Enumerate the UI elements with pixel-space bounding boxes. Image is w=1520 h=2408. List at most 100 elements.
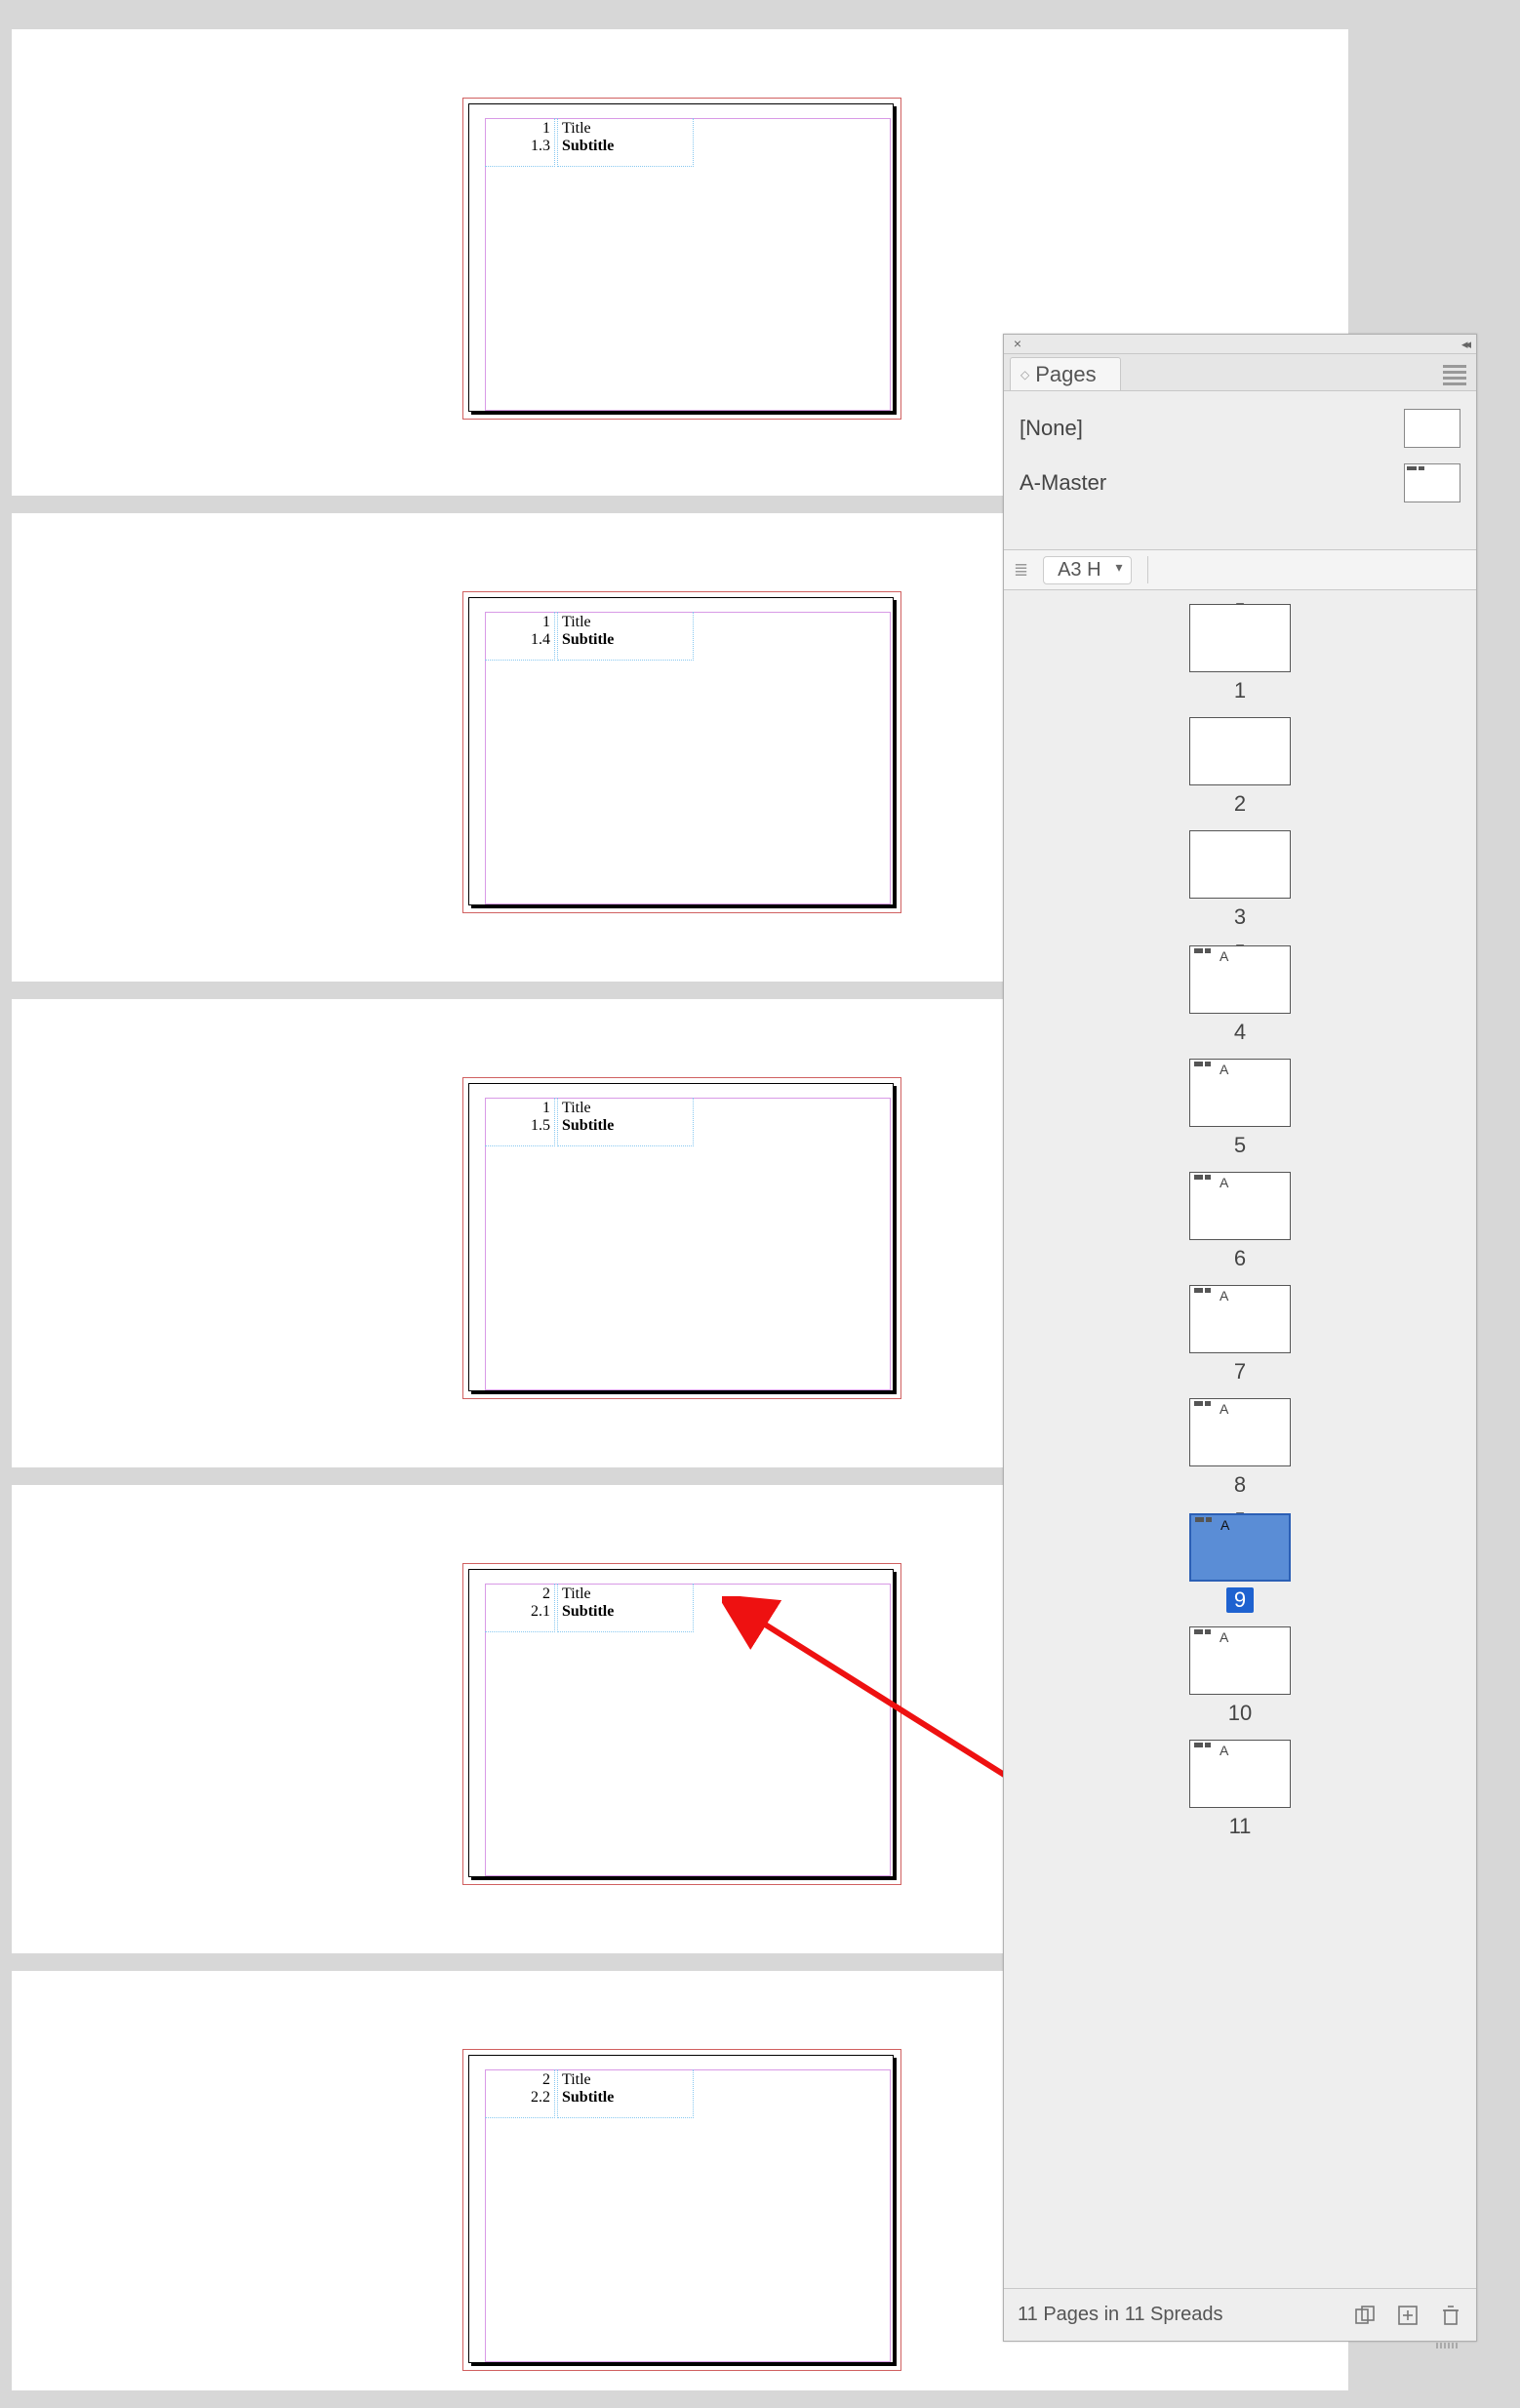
subtitle-text: Subtitle (562, 1117, 693, 1135)
page-thumb-item[interactable]: ▼A9 (1004, 1511, 1476, 1613)
page-thumb-item[interactable]: 3 (1004, 830, 1476, 930)
master-letter: A (1220, 1743, 1228, 1758)
title-frame[interactable]: Title Subtitle (557, 612, 694, 661)
panel-tab-row: ◇ Pages (1004, 354, 1476, 391)
master-label: A-Master (1020, 470, 1106, 496)
panel-menu-icon[interactable] (1443, 362, 1466, 388)
page-thumbnail[interactable] (1189, 604, 1291, 672)
number-frame[interactable]: 1 1.4 (485, 612, 555, 661)
pages-panel[interactable]: × ◂◂ ◇ Pages [None] A-Master ≣ A3 H ▼1 2 3… (1003, 334, 1477, 2342)
title-frame[interactable]: Title Subtitle (557, 2069, 694, 2118)
page-thumbnail[interactable] (1189, 830, 1291, 899)
page-thumbnail[interactable]: A (1189, 1513, 1291, 1582)
title-text: Title (562, 2071, 693, 2089)
page-number-label: 6 (1234, 1246, 1246, 1271)
mini-content-icon (1194, 1743, 1210, 1748)
subtitle-text: Subtitle (562, 2089, 693, 2107)
subsection-number: 1.5 (485, 1117, 550, 1135)
page[interactable]: 1 1.3 Title Subtitle (468, 103, 894, 412)
master-letter: A (1220, 1517, 1229, 1533)
page-thumb-item[interactable]: A8 (1004, 1398, 1476, 1498)
section-number: 2 (485, 1585, 550, 1603)
master-letter: A (1220, 1062, 1228, 1077)
page-thumb-item[interactable]: A 10 (1004, 1626, 1476, 1726)
resize-grip-icon[interactable]: ≣ (1014, 560, 1027, 581)
master-item-a[interactable]: A-Master (1020, 456, 1460, 510)
master-letter: A (1220, 1175, 1228, 1190)
page[interactable]: 1 1.5 Title Subtitle (468, 1083, 894, 1391)
subsection-number: 2.1 (485, 1603, 550, 1621)
subsection-number: 1.3 (485, 138, 550, 155)
panel-footer: 11 Pages in 11 Spreads (1004, 2288, 1476, 2341)
page-number-label: 9 (1226, 1587, 1254, 1613)
page-thumb-item[interactable]: A6 (1004, 1172, 1476, 1271)
page-thumbnail[interactable]: A (1189, 945, 1291, 1014)
page[interactable]: 1 1.4 Title Subtitle (468, 597, 894, 905)
mini-content-icon (1194, 1288, 1210, 1294)
title-frame[interactable]: Title Subtitle (557, 1098, 694, 1146)
masters-section[interactable]: [None] A-Master (1004, 391, 1476, 549)
page-size-dropdown[interactable]: A3 H (1043, 556, 1131, 584)
title-text: Title (562, 1100, 693, 1117)
close-icon[interactable]: × (1010, 337, 1025, 352)
page-number-label: 11 (1229, 1814, 1252, 1839)
panel-titlebar[interactable]: × ◂◂ (1004, 335, 1476, 354)
number-frame[interactable]: 1 1.3 (485, 118, 555, 167)
page-number-label: 10 (1228, 1701, 1252, 1726)
collapse-icon[interactable]: ◂◂ (1461, 337, 1468, 352)
new-page-icon[interactable] (1396, 2304, 1420, 2327)
number-frame[interactable]: 1 1.5 (485, 1098, 555, 1146)
page-thumbnail[interactable]: A (1189, 1059, 1291, 1127)
page-number-label: 4 (1234, 1020, 1246, 1045)
page-number-label: 1 (1234, 678, 1246, 703)
edit-page-size-icon[interactable] (1353, 2304, 1377, 2327)
number-frame[interactable]: 2 2.1 (485, 1584, 555, 1632)
master-thumb[interactable] (1404, 463, 1460, 502)
section-number: 2 (485, 2071, 550, 2089)
master-thumb[interactable] (1404, 409, 1460, 448)
section-number: 1 (485, 120, 550, 138)
page-thumbnail[interactable]: A (1189, 1740, 1291, 1808)
mini-content-icon (1194, 1629, 1210, 1635)
page-thumbnail[interactable]: A (1189, 1626, 1291, 1695)
page-number-label: 5 (1234, 1133, 1246, 1158)
page[interactable]: 2 2.2 Title Subtitle (468, 2055, 894, 2363)
master-letter: A (1220, 948, 1228, 964)
master-letter: A (1220, 1288, 1228, 1304)
page-thumb-item[interactable]: 2 (1004, 717, 1476, 817)
master-item-none[interactable]: [None] (1020, 401, 1460, 456)
page-thumbnail[interactable]: A (1189, 1172, 1291, 1240)
pages-list[interactable]: ▼123▼A4A5A6A7A8▼A9A10A11 (1004, 590, 1476, 2110)
title-text: Title (562, 120, 693, 138)
page[interactable]: 2 2.1 Title Subtitle (468, 1569, 894, 1877)
page-thumb-item[interactable]: A7 (1004, 1285, 1476, 1385)
subtitle-text: Subtitle (562, 631, 693, 649)
panel-resize-grip-icon[interactable] (1418, 2343, 1476, 2350)
number-frame[interactable]: 2 2.2 (485, 2069, 555, 2118)
master-letter: A (1220, 1401, 1228, 1417)
section-number: 1 (485, 614, 550, 631)
delete-page-icon[interactable] (1439, 2304, 1462, 2327)
section-number: 1 (485, 1100, 550, 1117)
page-thumb-item[interactable]: ▼A4 (1004, 943, 1476, 1045)
mini-content-icon (1194, 1175, 1210, 1181)
page-thumb-item[interactable]: A 11 (1004, 1740, 1476, 1839)
page-thumbnail[interactable] (1189, 717, 1291, 785)
page-thumbnail[interactable]: A (1189, 1398, 1291, 1466)
master-letter: A (1220, 1629, 1228, 1645)
page-thumb-item[interactable]: ▼1 (1004, 602, 1476, 703)
subsection-number: 1.4 (485, 631, 550, 649)
tab-label: Pages (1035, 362, 1096, 387)
page-number-label: 8 (1234, 1472, 1246, 1498)
page-number-label: 2 (1234, 791, 1246, 817)
subtitle-text: Subtitle (562, 138, 693, 155)
tab-pages[interactable]: ◇ Pages (1010, 357, 1121, 390)
mini-content-icon (1194, 948, 1210, 954)
page-count-status: 11 Pages in 11 Spreads (1018, 2304, 1223, 2326)
master-label: [None] (1020, 416, 1083, 441)
page-thumbnail[interactable]: A (1189, 1285, 1291, 1353)
title-frame[interactable]: Title Subtitle (557, 118, 694, 167)
subtitle-text: Subtitle (562, 1603, 693, 1621)
page-thumb-item[interactable]: A5 (1004, 1059, 1476, 1158)
title-frame[interactable]: Title Subtitle (557, 1584, 694, 1632)
